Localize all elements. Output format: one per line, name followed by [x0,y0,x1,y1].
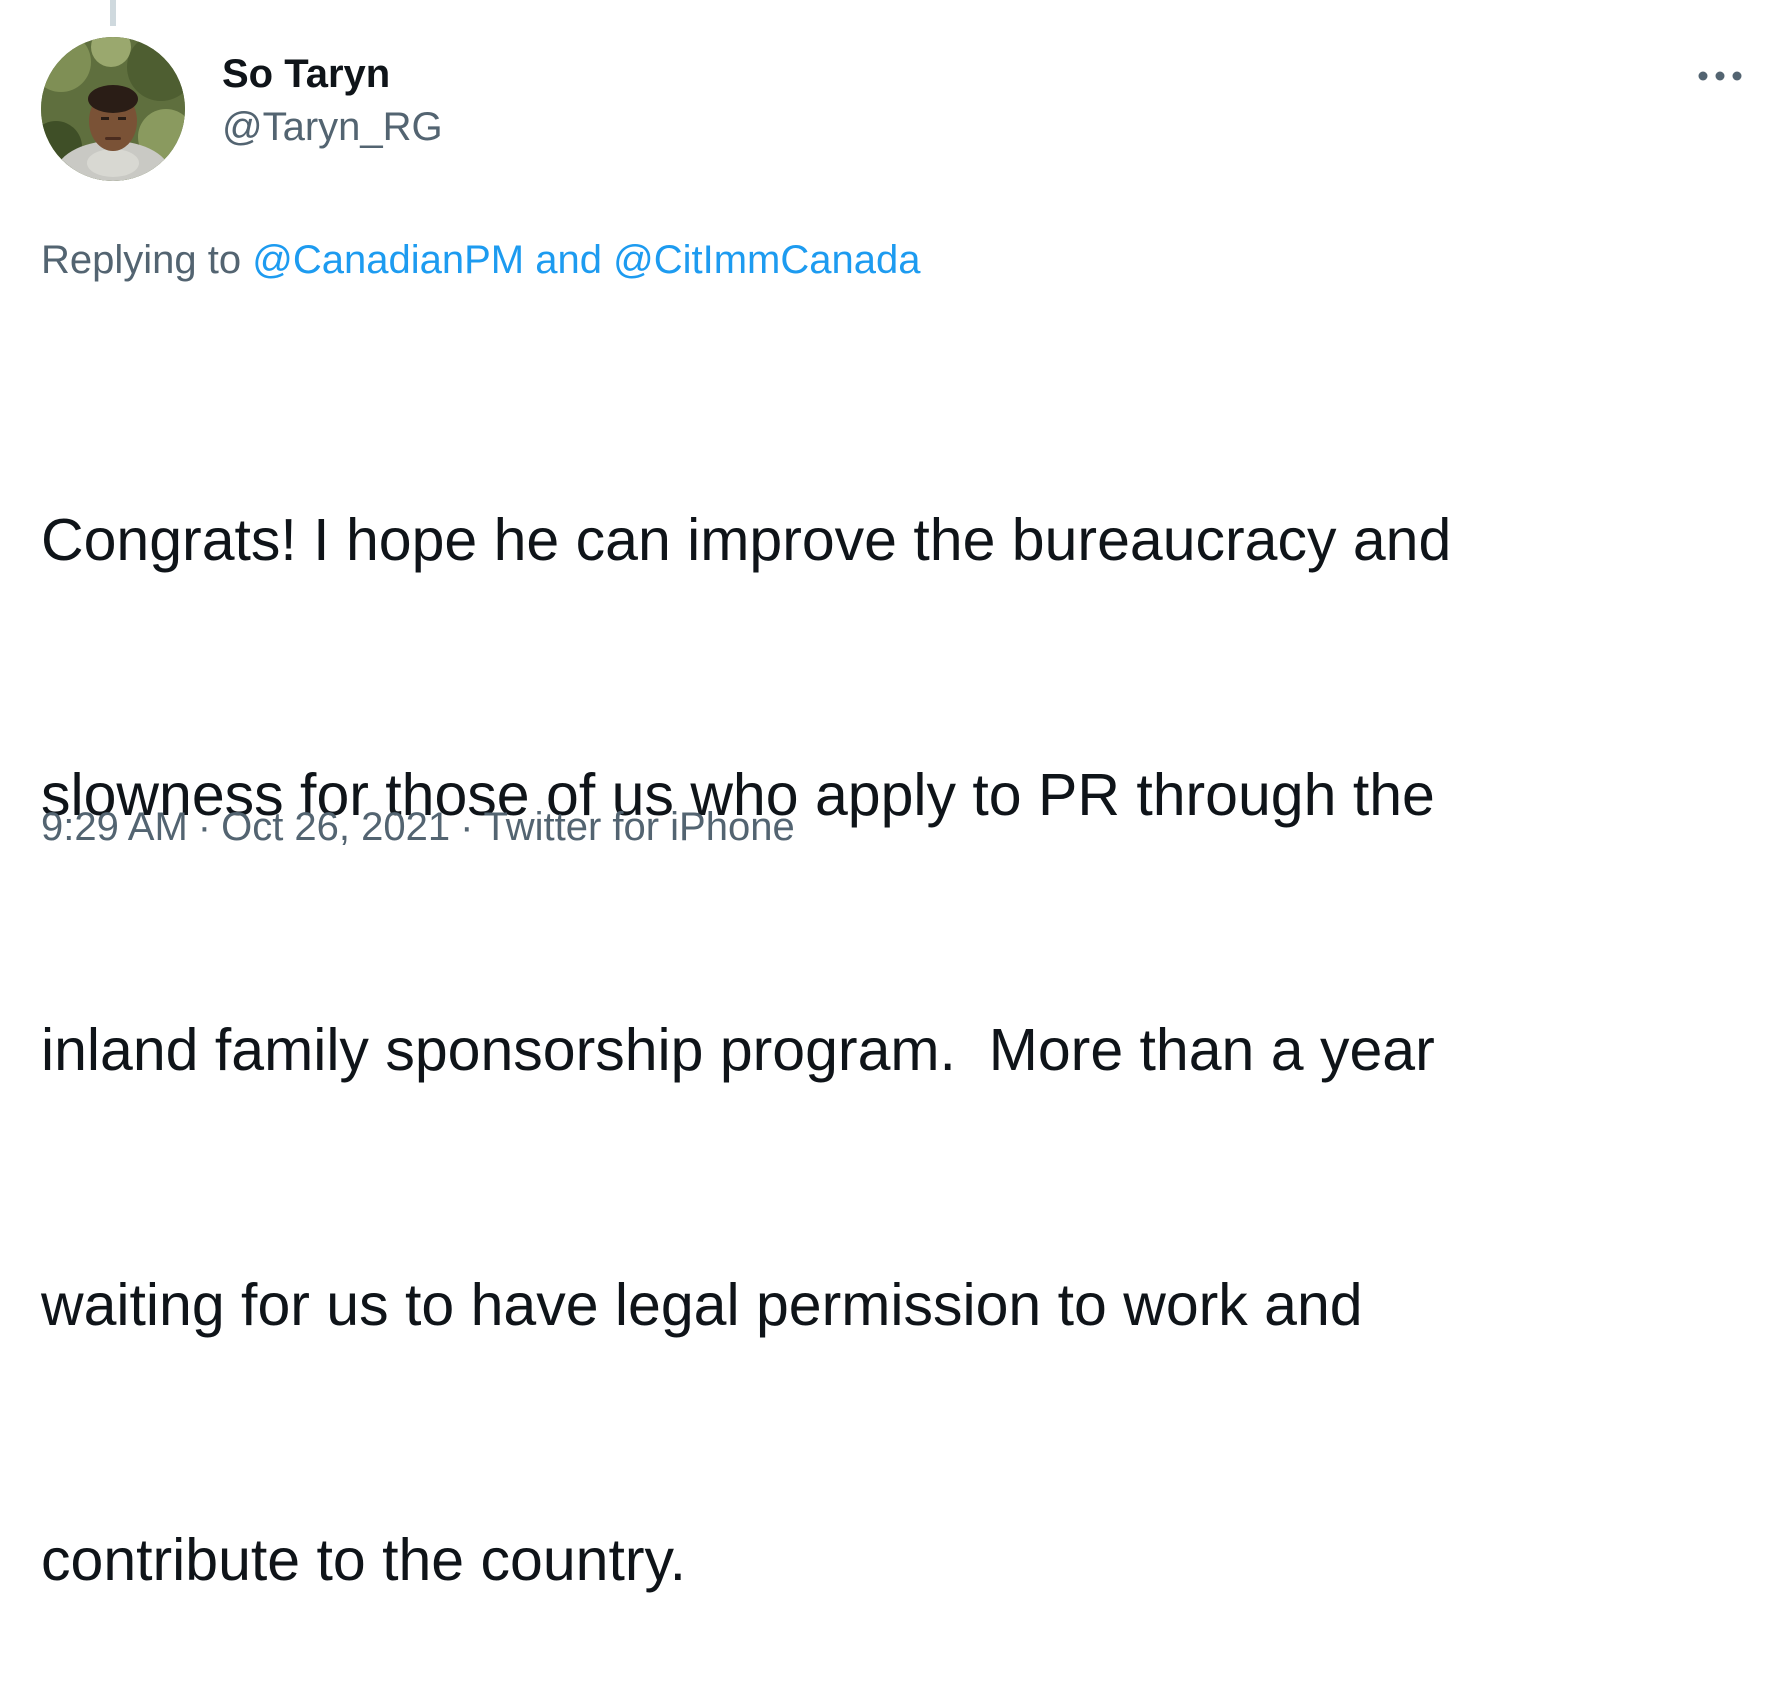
meta-separator: · [197,805,212,849]
tweet-text-line: inland family sponsorship program. More … [41,1017,1435,1083]
avatar[interactable] [41,37,185,181]
avatar-image [41,37,185,181]
tweet-meta-line: 9:29 AM · Oct 26, 2021 · Twitter for iPhone [41,803,795,851]
mention-conjunction[interactable]: and [535,238,602,282]
tweet-text-line: contribute to the country. [41,1527,686,1593]
tweet-source[interactable]: Twitter for iPhone [483,805,794,849]
tweet-text-line: waiting for us to have legal permission … [41,1272,1363,1338]
replying-to-label: Replying to [41,238,242,282]
tweet-text-line: Congrats! I hope he can improve the bure… [41,507,1452,573]
author-handle[interactable]: @Taryn_RG [222,103,443,151]
more-horizontal-icon [1698,71,1742,81]
author-name-block: So Taryn @Taryn_RG [222,50,443,151]
mention-link-citimmcanada[interactable]: @CitImmCanada [613,238,920,282]
mention-link-canadianpm[interactable]: @CanadianPM [252,238,524,282]
more-options-button[interactable] [1690,58,1750,94]
tweet-body: Congrats! I hope he can improve the bure… [41,328,1741,1688]
replying-to-line: Replying to @CanadianPM and @CitImmCanad… [41,236,920,284]
meta-separator: · [460,805,474,849]
tweet-time[interactable]: 9:29 AM [41,805,188,849]
thread-connector-line [110,0,116,26]
author-display-name[interactable]: So Taryn [222,50,443,98]
tweet-date[interactable]: Oct 26, 2021 [221,805,450,849]
